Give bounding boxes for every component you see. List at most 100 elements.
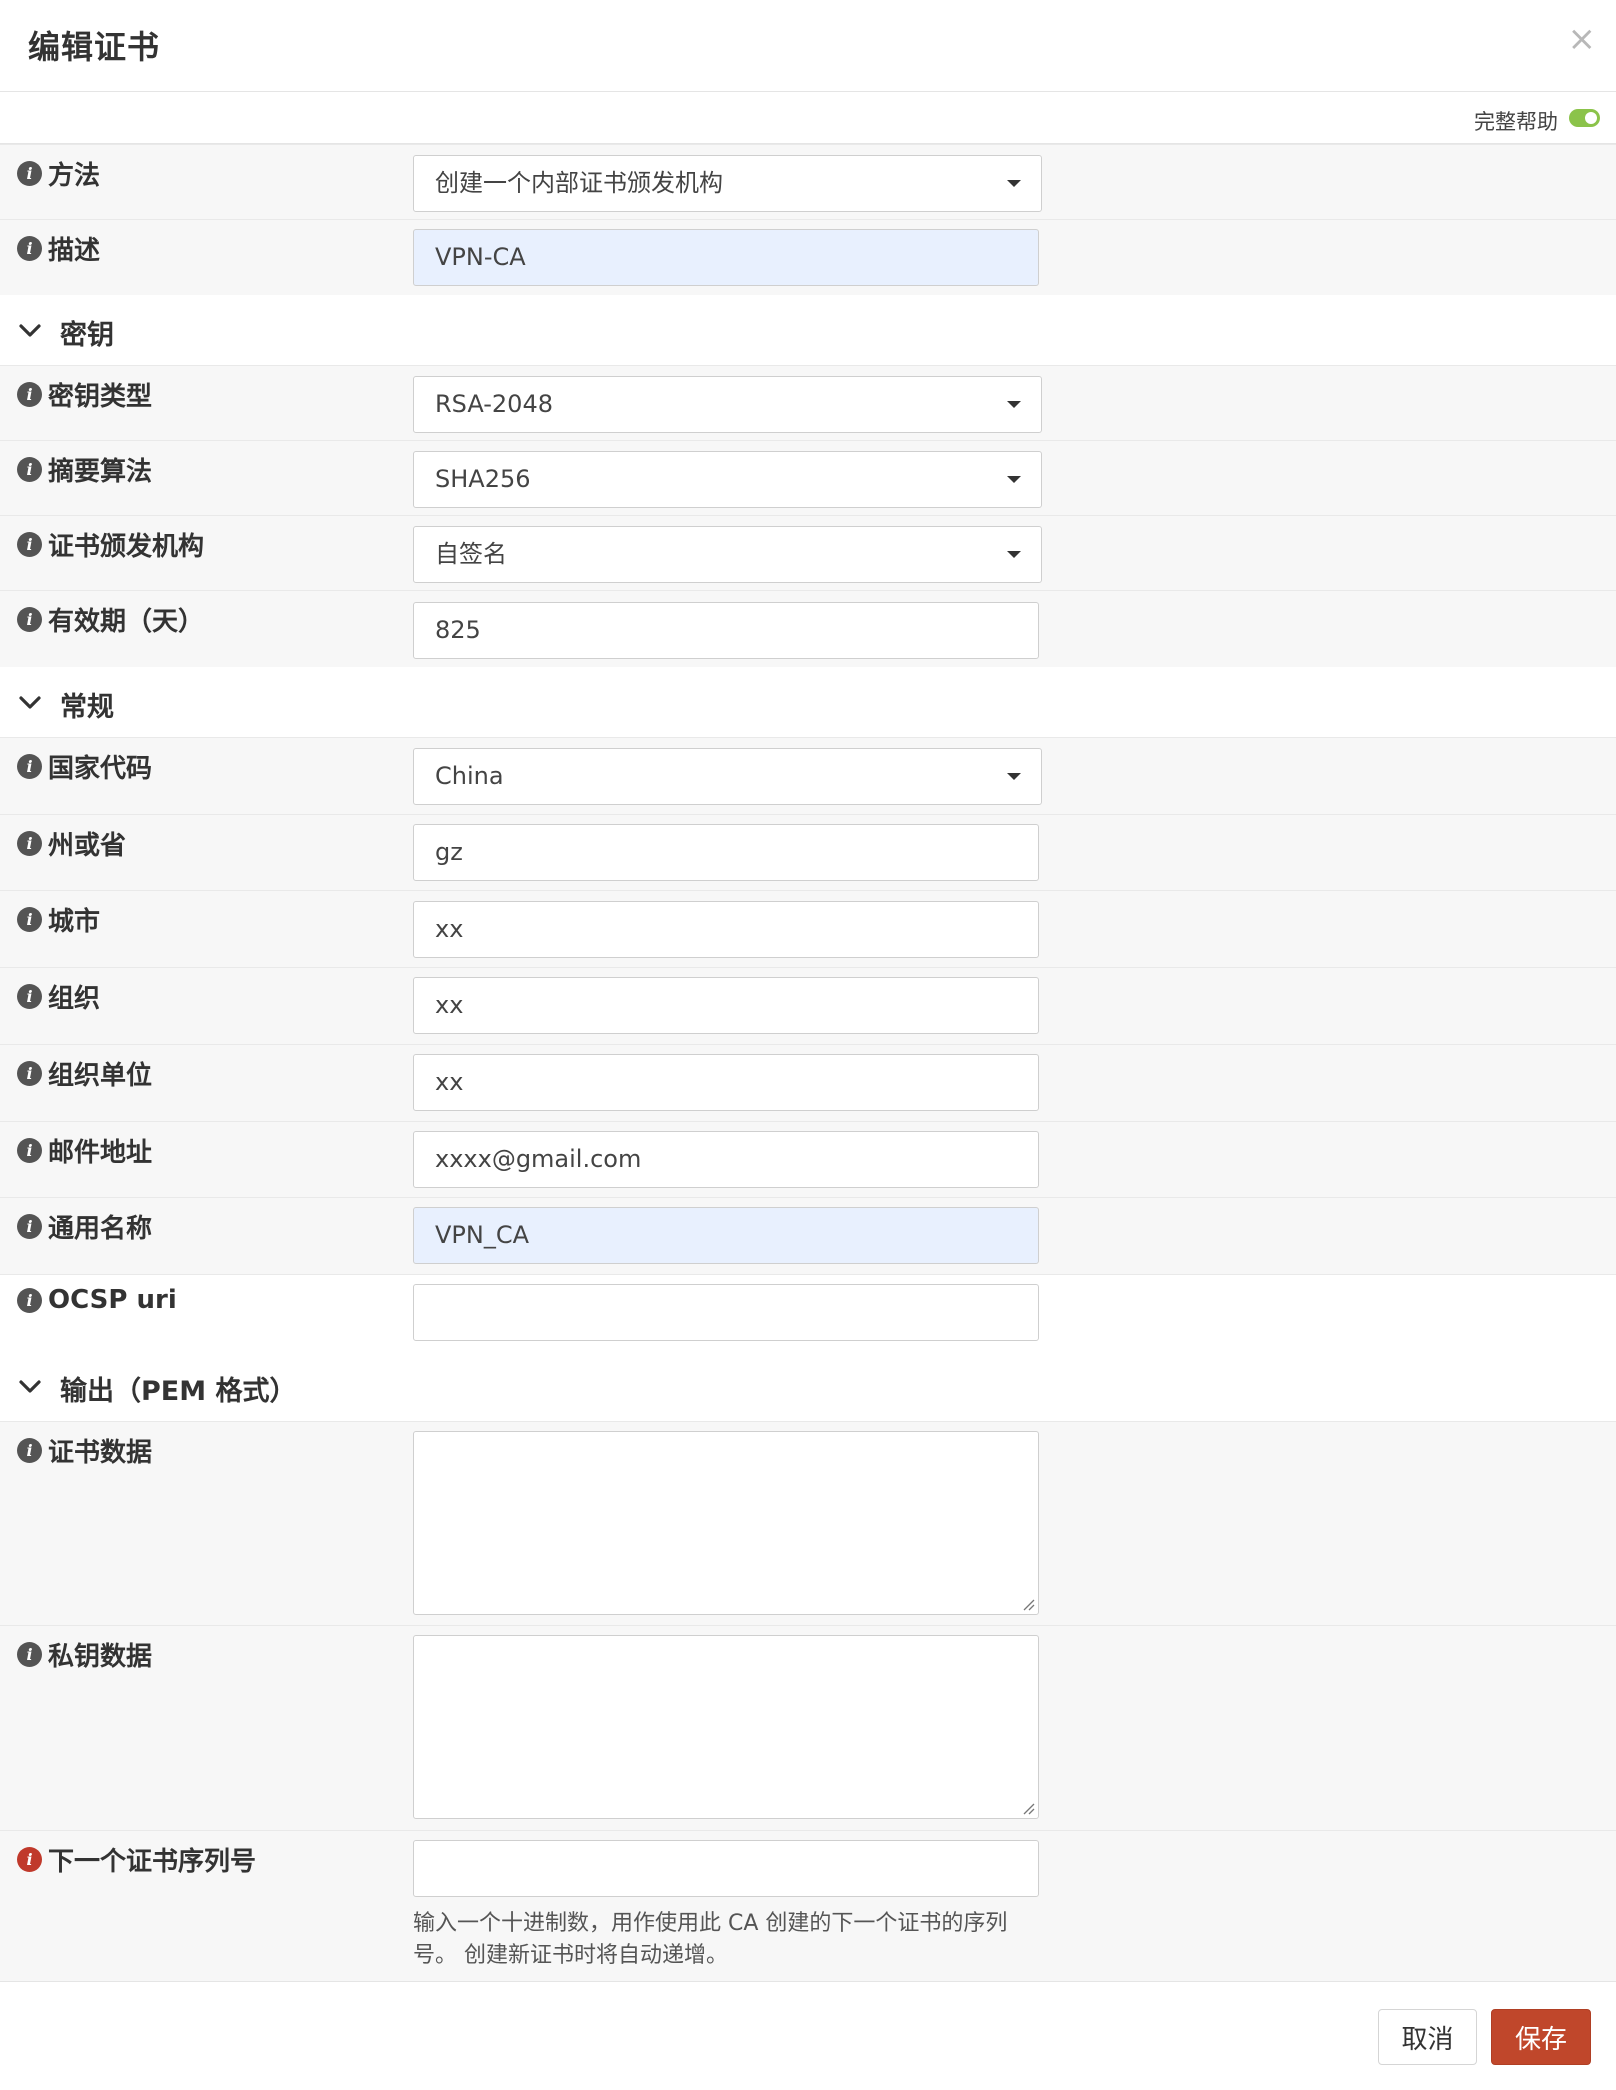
ocsp-uri-label: i OCSP uri xyxy=(17,1285,177,1315)
country-select[interactable]: China xyxy=(413,748,1042,805)
serial-hint-line-1: 输入一个十进制数，用作使用此 CA 创建的下一个证书的序列 xyxy=(413,1911,1008,1936)
row-organization: i 组织 xx xyxy=(0,967,1616,1044)
digest-value: SHA256 xyxy=(435,465,531,493)
info-icon[interactable]: i xyxy=(17,236,42,261)
info-icon[interactable]: i xyxy=(17,831,42,856)
digest-label: i 摘要算法 xyxy=(17,451,152,488)
info-icon[interactable]: i xyxy=(17,457,42,482)
caret-down-icon xyxy=(1007,773,1021,780)
toggle-knob xyxy=(1585,112,1597,124)
full-help-label: 完整帮助 xyxy=(1474,110,1558,134)
city-label-text: 城市 xyxy=(48,907,101,937)
method-label: i 方法 xyxy=(17,155,100,192)
key-type-select[interactable]: RSA-2048 xyxy=(413,376,1042,433)
row-email: i 邮件地址 xxxx@gmail.com xyxy=(0,1121,1616,1197)
row-key-type: i 密钥类型 RSA-2048 xyxy=(0,365,1616,440)
info-icon[interactable]: i xyxy=(17,1642,42,1667)
lifetime-label-text: 有效期（天） xyxy=(48,607,205,637)
cancel-button[interactable]: 取消 xyxy=(1378,2009,1477,2065)
info-icon[interactable]: i xyxy=(17,1438,42,1463)
info-icon[interactable]: i xyxy=(17,1214,42,1239)
ocsp-uri-input[interactable] xyxy=(413,1284,1039,1341)
row-org-unit: i 组织单位 xx xyxy=(0,1044,1616,1121)
info-icon[interactable]: i xyxy=(17,1138,42,1163)
save-button[interactable]: 保存 xyxy=(1491,2009,1591,2065)
org-unit-label-text: 组织单位 xyxy=(48,1061,153,1091)
serial-hint-line-2: 号。 创建新证书时将自动递增。 xyxy=(413,1943,728,1968)
state-input[interactable]: gz xyxy=(413,824,1039,881)
common-name-label-text: 通用名称 xyxy=(48,1214,153,1244)
info-icon[interactable]: i xyxy=(17,1287,42,1313)
cert-data-textarea[interactable] xyxy=(413,1431,1039,1615)
common-name-label: i 通用名称 xyxy=(17,1208,152,1245)
caret-down-icon xyxy=(1007,401,1021,408)
lifetime-label: i 有效期（天） xyxy=(17,601,204,638)
digest-select[interactable]: SHA256 xyxy=(413,451,1042,508)
key-type-label-text: 密钥类型 xyxy=(48,382,153,412)
issuer-label-text: 证书颁发机构 xyxy=(48,532,205,562)
info-icon[interactable]: i xyxy=(17,382,42,407)
private-key-textarea[interactable] xyxy=(413,1635,1039,1819)
info-icon[interactable]: i xyxy=(17,907,42,932)
issuer-value: 自签名 xyxy=(435,540,507,568)
state-label: i 州或省 xyxy=(17,825,126,862)
caret-down-icon xyxy=(1007,476,1021,483)
common-name-input[interactable]: VPN_CA xyxy=(413,1207,1039,1264)
row-method: i 方法 创建一个内部证书颁发机构 xyxy=(0,144,1616,219)
section-output[interactable]: 输出（PEM 格式） xyxy=(0,1351,1616,1421)
section-output-title: 输出（PEM 格式） xyxy=(60,1376,297,1407)
row-country: i 国家代码 China xyxy=(0,737,1616,814)
city-input[interactable]: xx xyxy=(413,901,1039,958)
cert-data-label-text: 证书数据 xyxy=(48,1438,153,1468)
chevron-down-icon xyxy=(19,1380,41,1393)
dialog-header: 编辑证书 × xyxy=(0,0,1616,92)
caret-down-icon xyxy=(1007,180,1021,187)
section-keys-title: 密钥 xyxy=(60,320,114,351)
resize-grip-icon[interactable] xyxy=(1021,1597,1035,1611)
chevron-down-icon xyxy=(19,696,41,709)
serial-input[interactable] xyxy=(413,1840,1039,1897)
organization-label-text: 组织 xyxy=(48,984,101,1014)
info-icon[interactable]: i xyxy=(17,532,42,557)
info-icon[interactable]: i xyxy=(17,607,42,632)
method-select[interactable]: 创建一个内部证书颁发机构 xyxy=(413,155,1042,212)
key-type-label: i 密钥类型 xyxy=(17,376,152,413)
info-icon[interactable]: i xyxy=(17,1061,42,1086)
org-unit-label: i 组织单位 xyxy=(17,1055,152,1092)
state-label-text: 州或省 xyxy=(48,831,127,861)
private-key-label: i 私钥数据 xyxy=(17,1636,152,1673)
serial-label: i 下一个证书序列号 xyxy=(17,1841,256,1878)
section-keys[interactable]: 密钥 xyxy=(0,295,1616,365)
info-icon[interactable]: i xyxy=(17,984,42,1009)
key-type-value: RSA-2048 xyxy=(435,390,553,418)
lifetime-input[interactable]: 825 xyxy=(413,602,1039,659)
description-label-text: 描述 xyxy=(48,236,101,266)
full-help-toggle[interactable] xyxy=(1569,109,1600,127)
row-serial: i 下一个证书序列号 输入一个十进制数，用作使用此 CA 创建的下一个证书的序列… xyxy=(0,1830,1616,1981)
row-private-key: i 私钥数据 xyxy=(0,1625,1616,1830)
org-unit-input[interactable]: xx xyxy=(413,1054,1039,1111)
country-label-text: 国家代码 xyxy=(48,754,153,784)
info-icon[interactable]: i xyxy=(17,754,42,779)
close-icon[interactable]: × xyxy=(1568,22,1597,56)
email-label: i 邮件地址 xyxy=(17,1132,152,1169)
row-common-name: i 通用名称 VPN_CA xyxy=(0,1197,1616,1274)
email-field[interactable]: xxxx@gmail.com xyxy=(413,1131,1039,1188)
dialog-title: 编辑证书 xyxy=(28,28,161,66)
section-general-title: 常规 xyxy=(60,692,114,723)
row-issuer: i 证书颁发机构 自签名 xyxy=(0,515,1616,590)
method-select-value: 创建一个内部证书颁发机构 xyxy=(435,169,723,197)
row-cert-data: i 证书数据 xyxy=(0,1421,1616,1625)
issuer-select[interactable]: 自签名 xyxy=(413,526,1042,583)
info-icon[interactable]: i xyxy=(17,161,42,186)
description-input[interactable]: VPN-CA xyxy=(413,229,1039,286)
resize-grip-icon[interactable] xyxy=(1021,1801,1035,1815)
organization-input[interactable]: xx xyxy=(413,977,1039,1034)
email-label-text: 邮件地址 xyxy=(48,1138,153,1168)
section-general[interactable]: 常规 xyxy=(0,667,1616,737)
info-icon-error[interactable]: i xyxy=(17,1847,42,1872)
chevron-down-icon xyxy=(19,324,41,337)
city-label: i 城市 xyxy=(17,901,100,938)
row-city: i 城市 xx xyxy=(0,890,1616,967)
issuer-label: i 证书颁发机构 xyxy=(17,526,204,563)
